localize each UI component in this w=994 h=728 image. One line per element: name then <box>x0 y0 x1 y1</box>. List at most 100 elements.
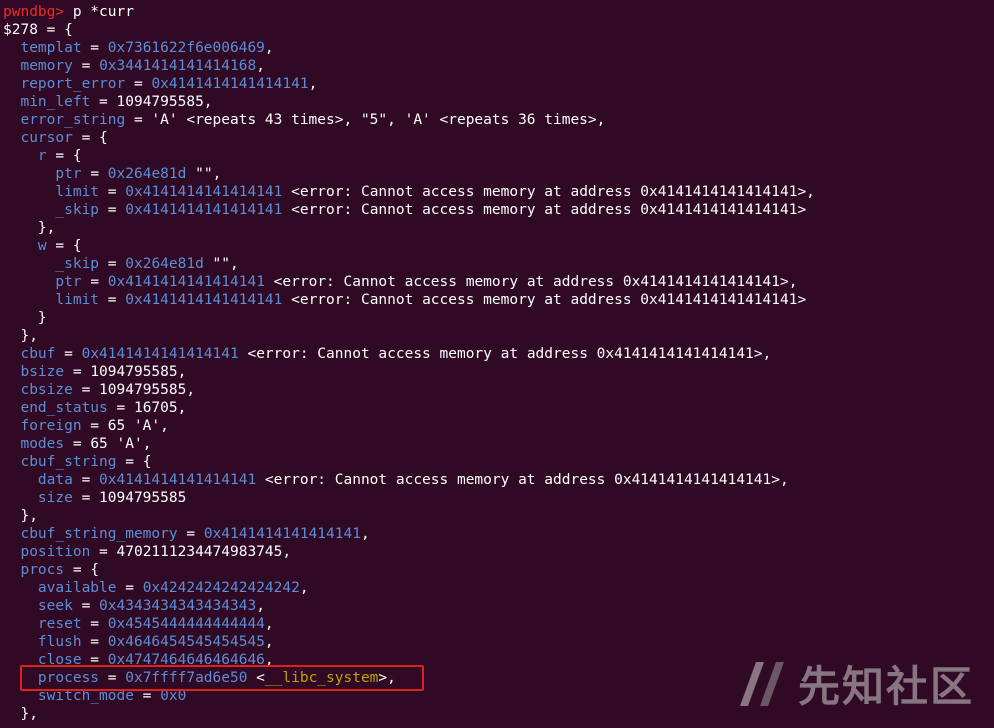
terminal-text: = 1094795585, <box>72 382 196 398</box>
terminal-text: <error: Cannot access memory at address … <box>256 472 789 488</box>
struct-field-name: cursor <box>20 130 73 146</box>
terminal-line: $278 = { <box>3 21 994 39</box>
struct-field-name: report_error <box>20 76 126 92</box>
memory-address: 0x264e81d <box>107 166 187 182</box>
terminal-text: "", <box>186 166 222 182</box>
terminal-line: cbuf_string = { <box>3 453 994 471</box>
xianzhi-logo-icon <box>736 658 788 710</box>
terminal-line: limit = 0x4141414141414141 <error: Canno… <box>3 291 994 309</box>
terminal-text: = <box>177 526 204 542</box>
terminal-line: cbuf_string_memory = 0x4141414141414141, <box>3 525 994 543</box>
memory-address: 0x4242424242424242 <box>142 580 300 596</box>
terminal-text: = 65 'A', <box>81 418 169 434</box>
memory-address: 0x4141414141414141 <box>125 292 283 308</box>
terminal-text: = <box>99 256 126 272</box>
terminal-text: }, <box>3 706 38 722</box>
terminal-line: cbuf = 0x4141414141414141 <error: Cannot… <box>3 345 994 363</box>
struct-field-name: r <box>37 148 47 164</box>
terminal-text: = <box>81 634 108 650</box>
terminal-line: min_left = 1094795585, <box>3 93 994 111</box>
struct-field-name: w <box>37 238 47 254</box>
terminal-text: <error: Cannot access memory at address … <box>282 292 807 308</box>
struct-field-name: procs <box>20 562 65 578</box>
terminal-text: }, <box>3 328 38 344</box>
terminal-text: = 1094795585 <box>72 490 187 506</box>
watermark-text: 先知社区 <box>797 662 974 711</box>
terminal-text: = { <box>116 454 152 470</box>
memory-address: 0x4141414141414141 <box>151 76 309 92</box>
terminal-line: limit = 0x4141414141414141 <error: Canno… <box>3 183 994 201</box>
terminal-line: }, <box>3 219 994 237</box>
terminal-line: ptr = 0x264e81d "", <box>3 165 994 183</box>
terminal-text: p *curr <box>64 4 134 20</box>
terminal-line: reset = 0x4545444444444444, <box>3 615 994 633</box>
terminal-text: = { <box>46 148 82 164</box>
terminal-text: = <box>81 40 108 56</box>
terminal-line: flush = 0x4646454545454545, <box>3 633 994 651</box>
terminal-text: }, <box>3 508 38 524</box>
struct-field-name: cbuf <box>20 346 56 362</box>
terminal-text: , <box>360 526 370 542</box>
struct-field-name: min_left <box>20 94 91 110</box>
struct-field-name: error_string <box>20 112 126 128</box>
memory-address: 0x4141414141414141 <box>125 184 283 200</box>
struct-field-name: bsize <box>20 364 65 380</box>
terminal-line: ptr = 0x4141414141414141 <error: Cannot … <box>3 273 994 291</box>
highlight-box <box>20 665 424 691</box>
terminal-text: = <box>116 580 143 596</box>
terminal-text: <error: Cannot access memory at address … <box>282 202 807 218</box>
terminal-text: = { <box>72 130 108 146</box>
memory-address: 0x4141414141414141 <box>99 472 257 488</box>
struct-field-name: ptr <box>55 274 82 290</box>
terminal-text: , <box>264 634 274 650</box>
terminal-line: memory = 0x3441414141414168, <box>3 57 994 75</box>
struct-field-name: reset <box>37 616 82 632</box>
terminal-text: , <box>308 76 318 92</box>
terminal-text: = 'A' <repeats 43 times>, "5", 'A' <repe… <box>125 112 606 128</box>
terminal-text: = <box>81 166 108 182</box>
terminal-text: , <box>256 58 265 74</box>
terminal-line: pwndbg> p *curr <box>3 3 994 21</box>
watermark: 先知社区 <box>736 653 974 714</box>
terminal-text: = 65 'A', <box>64 436 152 452</box>
terminal-text: }, <box>3 220 56 236</box>
memory-address: 0x4141414141414141 <box>203 526 361 542</box>
terminal-text: = 1094795585, <box>90 94 213 110</box>
memory-address: 0x7361622f6e006469 <box>107 40 265 56</box>
terminal-text: = <box>81 616 108 632</box>
terminal-line: cbsize = 1094795585, <box>3 381 994 399</box>
memory-address: 0x4141414141414141 <box>125 202 283 218</box>
memory-address: 0x4343434343434343 <box>99 598 257 614</box>
terminal-line: end_status = 16705, <box>3 399 994 417</box>
terminal-line: } <box>3 309 994 327</box>
struct-field-name: cbuf_string_memory <box>20 526 178 542</box>
terminal-text: = 4702111234474983745, <box>90 544 292 560</box>
terminal-text: <error: Cannot access memory at address … <box>238 346 772 362</box>
terminal-line: bsize = 1094795585, <box>3 363 994 381</box>
terminal-line: cursor = { <box>3 129 994 147</box>
terminal-output[interactable]: pwndbg> p *curr $278 = { templat = 0x7361… <box>3 3 994 723</box>
terminal-line: report_error = 0x4141414141414141, <box>3 75 994 93</box>
terminal-text: = { <box>46 238 82 254</box>
shell-prompt: pwndbg> <box>3 4 65 20</box>
struct-field-name: data <box>37 472 73 488</box>
terminal-line: procs = { <box>3 561 994 579</box>
terminal-line: data = 0x4141414141414141 <error: Cannot… <box>3 471 994 489</box>
